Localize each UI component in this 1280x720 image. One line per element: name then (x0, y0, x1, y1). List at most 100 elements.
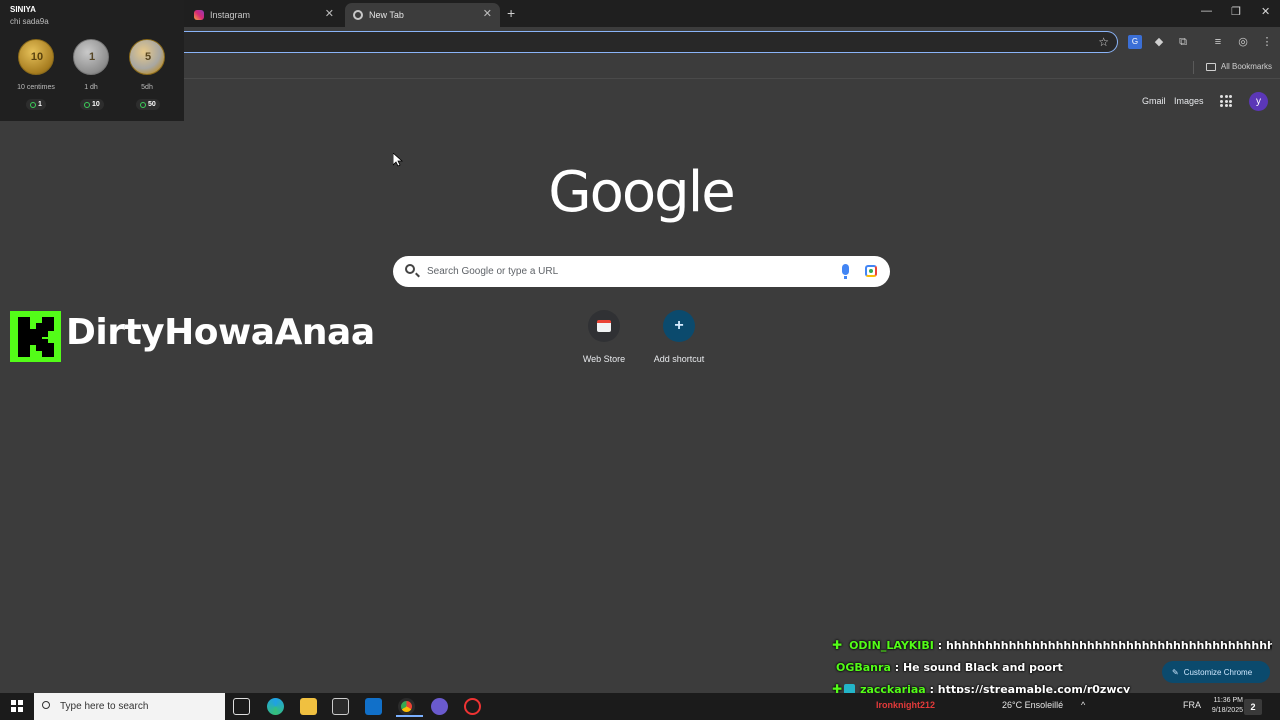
account-avatar[interactable]: y (1249, 92, 1268, 111)
toolbar: ☆ G ◆ ⧉ ≡ ◎ ⋮ (0, 27, 1280, 57)
coin-label: 1 dh (84, 84, 98, 91)
customize-chrome-button[interactable]: ✎ Customize Chrome (1162, 661, 1270, 683)
minimize-icon[interactable]: — (1201, 5, 1212, 17)
date: 9/18/2025 (1211, 707, 1243, 714)
chat-app-icon[interactable] (431, 698, 448, 715)
coin-panel-subtitle: chi sada9a (10, 17, 49, 26)
kick-coin-icon (84, 101, 90, 108)
google-lens-icon[interactable] (865, 265, 877, 277)
kick-logo-icon (10, 311, 61, 362)
plus-icon: + (674, 317, 684, 334)
voice-search-icon[interactable] (842, 264, 849, 279)
search-icon (405, 264, 415, 274)
extensions-puzzle-icon[interactable]: ⧉ (1176, 35, 1190, 49)
menu-kebab-icon[interactable]: ⋮ (1260, 35, 1274, 49)
images-link[interactable]: Images (1174, 96, 1204, 106)
coin-10-centimes-icon: 10 (18, 39, 54, 75)
all-bookmarks-label: All Bookmarks (1220, 62, 1272, 71)
coin-count-badge: 10 (80, 99, 104, 110)
kick-coin-icon (140, 101, 146, 108)
taskbar-clock[interactable]: 11:36 PM 9/18/2025 (1205, 696, 1243, 716)
address-bar[interactable]: ☆ (184, 31, 1118, 53)
extension-diamond-icon[interactable]: ◆ (1152, 35, 1166, 49)
kick-k-glyph (18, 317, 54, 357)
kick-coin-icon (30, 101, 36, 108)
coin-5-dh-icon: 5 (129, 39, 165, 75)
file-explorer-icon[interactable] (300, 698, 317, 715)
edge-icon[interactable] (267, 698, 284, 715)
coin-1-dh-icon: 1 (73, 39, 109, 75)
coin-label: 5dh (141, 84, 153, 91)
tray-username: Ironknight212 (876, 700, 936, 710)
language-indicator[interactable]: FRA (1183, 700, 1201, 710)
chat-text: : He sound Black and poort (894, 660, 1063, 674)
store-icon[interactable] (332, 698, 349, 715)
weather-text[interactable]: 26°C Ensoleillé (1002, 700, 1063, 710)
customize-label: Customize Chrome (1183, 667, 1253, 677)
google-apps-icon[interactable] (1220, 95, 1232, 107)
coin-face: 10 (30, 51, 44, 63)
shortcut-web-store[interactable]: Web Store (564, 310, 644, 364)
windows-start-icon[interactable] (11, 700, 23, 712)
tab-instagram[interactable]: Instagram ✕ (186, 3, 342, 27)
close-tab-icon[interactable]: ✕ (483, 7, 492, 20)
coin-face: 5 (144, 51, 152, 63)
coin-count: 50 (148, 101, 156, 108)
divider (1193, 61, 1194, 74)
screen: Instagram ✕ New Tab ✕ + — ❐ ✕ ☆ G ◆ ⧉ ≡ … (0, 0, 1280, 720)
mouse-cursor-icon (393, 153, 403, 167)
shortcut-label: Web Store (582, 354, 626, 364)
bookmark-star-icon[interactable]: ☆ (1098, 35, 1109, 49)
close-tab-icon[interactable]: ✕ (325, 7, 334, 20)
task-view-icon[interactable] (233, 698, 250, 715)
search-box[interactable] (393, 256, 890, 287)
chat-message: ✚ ODIN_LAYKIBI : hhhhhhhhhhhhhhhhhhhhhhh… (832, 634, 1272, 656)
coin-count-badge: 50 (136, 99, 160, 110)
notification-badge[interactable]: 2 (1244, 699, 1262, 715)
instagram-icon (194, 10, 204, 20)
chrome-icon[interactable] (396, 698, 423, 717)
outlook-icon[interactable] (365, 698, 382, 715)
translate-icon[interactable]: G (1128, 35, 1142, 49)
tab-label: Instagram (210, 10, 251, 20)
stream-channel-name: DirtyHowaAnaa (66, 312, 375, 353)
profile-icon[interactable]: ◎ (1236, 35, 1250, 49)
coin-label: 10 centimes (17, 84, 55, 91)
tab-label: New Tab (369, 10, 404, 20)
search-icon (42, 701, 50, 709)
tab-strip: Instagram ✕ New Tab ✕ + — ❐ ✕ (0, 0, 1280, 27)
web-store-tile (588, 310, 620, 342)
web-store-icon (597, 320, 611, 332)
coin-count: 1 (38, 101, 42, 108)
coin-count-badge: 1 (26, 99, 46, 110)
taskbar-search-box[interactable]: Type here to search (34, 693, 225, 720)
gmail-link[interactable]: Gmail (1142, 96, 1166, 106)
bookmarks-bar: All Bookmarks (0, 57, 1280, 79)
restore-icon[interactable]: ❐ (1231, 5, 1241, 18)
chat-username: ODIN_LAYKIBI (849, 638, 934, 652)
shortcut-label: Add shortcut (653, 354, 705, 364)
windows-taskbar: Type here to search Ironknight212 26°C E… (0, 693, 1280, 720)
tab-new-tab[interactable]: New Tab ✕ (345, 3, 500, 27)
chrome-icon (353, 10, 363, 20)
close-window-icon[interactable]: ✕ (1261, 5, 1270, 18)
shortcut-add[interactable]: + Add shortcut (639, 310, 719, 364)
search-input[interactable] (427, 262, 827, 281)
media-controls-icon[interactable]: ≡ (1211, 35, 1225, 49)
all-bookmarks-button[interactable]: All Bookmarks (1205, 62, 1272, 71)
obs-icon[interactable] (464, 698, 481, 715)
chat-text: : hhhhhhhhhhhhhhhhhhhhhhhhhhhhhhhhhhhhhh… (937, 638, 1272, 652)
time: 11:36 PM (1213, 697, 1243, 704)
new-tab-plus-icon[interactable]: + (507, 5, 515, 21)
coin-overlay-panel: SINIYA chi sada9a 10 1 5 10 centimes 1 d… (0, 0, 184, 121)
pencil-icon: ✎ (1172, 667, 1179, 677)
coin-face: 1 (88, 51, 96, 63)
add-shortcut-tile: + (663, 310, 695, 342)
coin-count: 10 (92, 101, 100, 108)
tray-chevron-icon[interactable]: ^ (1081, 700, 1085, 710)
coin-panel-title: SINIYA (10, 5, 36, 14)
subscriber-badge-icon: ✚ (832, 638, 843, 652)
taskbar-search-placeholder: Type here to search (60, 701, 149, 712)
google-logo: Google (548, 160, 735, 225)
chat-username: OGBanra (836, 660, 891, 674)
